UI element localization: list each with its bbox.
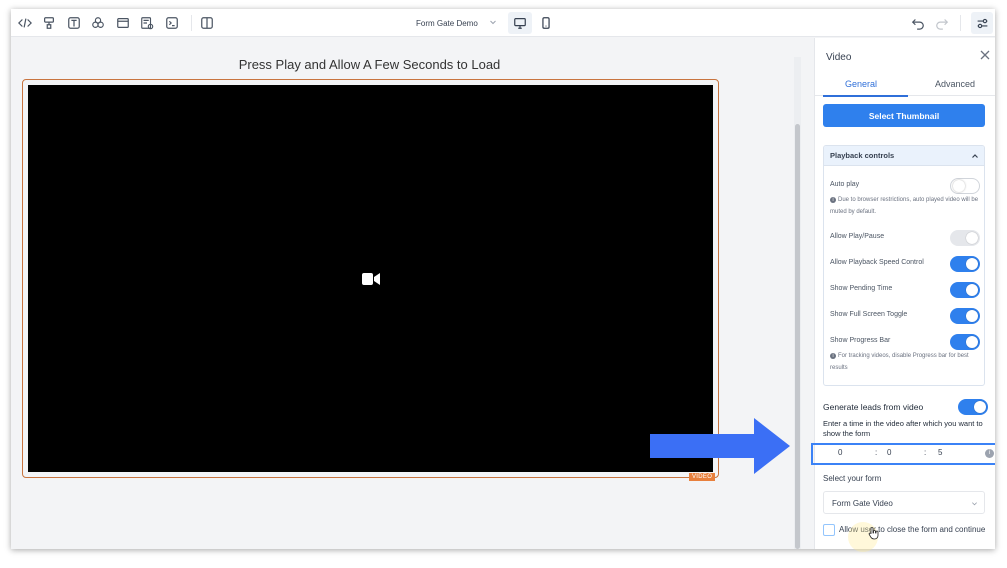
seconds-input[interactable]: 5	[938, 448, 942, 460]
speed-control-toggle[interactable]	[950, 256, 980, 272]
canvas-scrollbar-thumb[interactable]	[795, 124, 800, 549]
video-player[interactable]	[28, 85, 713, 472]
select-form-label: Select your form	[823, 474, 882, 483]
redo-icon[interactable]	[934, 15, 950, 31]
time-separator: :	[924, 448, 927, 457]
desktop-icon	[514, 18, 526, 29]
mobile-icon	[542, 17, 550, 29]
close-icon[interactable]	[979, 49, 991, 61]
playback-controls-section: Playback controls Auto play i Due to brow…	[823, 145, 985, 386]
code-icon[interactable]	[17, 15, 33, 31]
form-icon[interactable]	[139, 15, 155, 31]
top-toolbar: Form Gate Demo	[11, 9, 995, 37]
chevron-up-icon	[972, 154, 978, 158]
panel-tabs: General Advanced	[815, 74, 995, 97]
video-element[interactable]	[22, 79, 719, 478]
layout-icon[interactable]	[115, 15, 131, 31]
pending-time-toggle[interactable]	[950, 282, 980, 298]
terminal-icon[interactable]	[164, 15, 180, 31]
progress-bar-toggle[interactable]	[950, 334, 980, 350]
hours-input[interactable]: 0	[838, 448, 842, 460]
allow-play-pause-label: Allow Play/Pause	[830, 233, 885, 240]
text-icon[interactable]	[66, 15, 82, 31]
page-heading[interactable]: Press Play and Allow A Few Seconds to Lo…	[21, 57, 718, 72]
allow-play-pause-toggle[interactable]	[950, 230, 980, 246]
page-selector[interactable]: Form Gate Demo	[407, 12, 501, 34]
info-icon: i	[830, 197, 836, 203]
settings-toggle-button[interactable]	[971, 12, 993, 34]
app-window: Form Gate Demo Press Play and Allow A Fe…	[11, 9, 995, 549]
properties-panel: Video General Advanced Select Thumbnail …	[811, 38, 995, 549]
chevron-down-icon	[972, 502, 977, 506]
shapes-icon[interactable]	[90, 15, 106, 31]
auto-play-toggle[interactable]	[950, 178, 980, 194]
allow-close-checkbox[interactable]	[823, 524, 835, 536]
progress-bar-label: Show Progress Bar	[830, 337, 891, 344]
full-screen-label: Show Full Screen Toggle	[830, 311, 908, 318]
info-icon[interactable]: i	[985, 449, 994, 458]
auto-play-label: Auto play	[830, 181, 860, 188]
select-thumbnail-button[interactable]: Select Thumbnail	[823, 104, 985, 127]
progress-bar-note: i For tracking videos, disable Progress b…	[830, 353, 969, 371]
info-icon: i	[830, 353, 836, 359]
pending-time-label: Show Pending Time	[830, 285, 893, 292]
panel-title: Video	[826, 52, 852, 63]
time-separator: :	[875, 448, 878, 457]
chevron-down-icon	[490, 20, 496, 25]
desktop-view-button[interactable]	[508, 12, 532, 34]
page-selector-label: Form Gate Demo	[416, 18, 478, 28]
hand-cursor-icon	[868, 527, 879, 540]
speed-control-label: Allow Playback Speed Control	[830, 259, 924, 266]
generate-leads-toggle[interactable]	[958, 399, 988, 415]
time-description: Enter a time in the video after which yo…	[823, 419, 983, 438]
undo-icon[interactable]	[910, 15, 926, 31]
minutes-input[interactable]: 0	[887, 448, 891, 460]
toolbar-divider	[191, 15, 192, 31]
annotation-arrow	[650, 418, 790, 474]
full-screen-toggle[interactable]	[950, 308, 980, 324]
generate-leads-label: Generate leads from video	[823, 402, 924, 412]
video-camera-icon	[361, 272, 380, 285]
paint-roller-icon[interactable]	[41, 15, 57, 31]
sliders-icon	[977, 18, 987, 28]
time-input-row: 0 : 0 : 5 i	[811, 443, 995, 465]
active-tab-indicator	[823, 95, 908, 97]
auto-play-note: i Due to browser restrictions, auto playe…	[830, 197, 979, 215]
form-select-value: Form Gate Video	[832, 499, 893, 508]
playback-controls-header[interactable]: Playback controls	[824, 146, 984, 166]
playback-controls-title: Playback controls	[830, 151, 895, 160]
toolbar-divider	[960, 15, 961, 31]
mobile-view-button[interactable]	[534, 12, 558, 34]
tab-advanced[interactable]: Advanced	[935, 79, 975, 89]
tab-general[interactable]: General	[845, 79, 877, 89]
columns-icon[interactable]	[199, 15, 215, 31]
form-select[interactable]: Form Gate Video	[823, 491, 985, 514]
